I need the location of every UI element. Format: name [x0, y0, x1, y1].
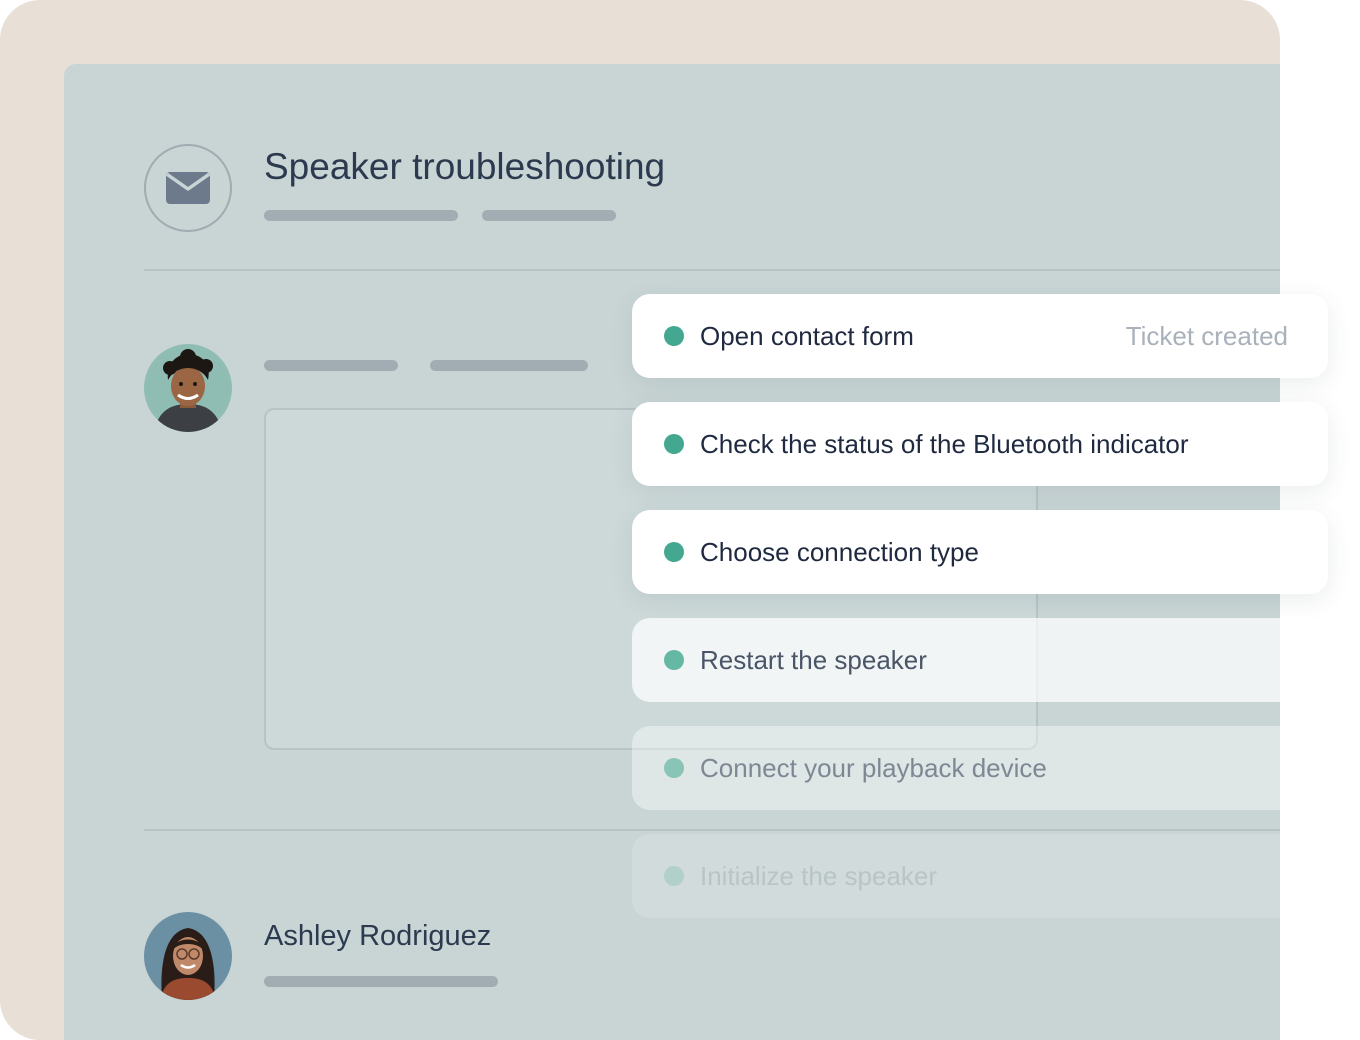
envelope-icon-container [144, 144, 232, 232]
placeholder-bar [482, 210, 616, 221]
step-item[interactable]: Connect your playback device [632, 726, 1328, 810]
envelope-icon [166, 172, 210, 204]
step-label: Choose connection type [700, 536, 979, 567]
step-status: Ticket created [1125, 320, 1288, 351]
status-dot-icon [664, 542, 684, 562]
step-item[interactable]: Initialize the speaker [632, 834, 1328, 918]
divider [144, 829, 1280, 831]
status-dot-icon [664, 434, 684, 454]
customer-name: Ashley Rodriguez [264, 920, 492, 952]
placeholder-bar [430, 360, 588, 371]
step-item[interactable]: Restart the speaker [632, 618, 1328, 702]
step-label: Check the status of the Bluetooth indica… [700, 428, 1189, 459]
status-dot-icon [664, 866, 684, 886]
customer-avatar [144, 912, 232, 1000]
step-item[interactable]: Choose connection type [632, 510, 1328, 594]
ticket-title: Speaker troubleshooting [264, 146, 666, 187]
placeholder-bar [264, 976, 498, 987]
step-label: Initialize the speaker [700, 860, 938, 891]
placeholder-bar [264, 360, 398, 371]
agent-avatar [144, 344, 232, 432]
status-dot-icon [664, 650, 684, 670]
placeholder-bar [264, 210, 458, 221]
status-dot-icon [664, 758, 684, 778]
step-item[interactable]: Open contact form Ticket created [632, 294, 1328, 378]
step-label: Restart the speaker [700, 644, 927, 675]
step-label: Open contact form [700, 320, 914, 351]
divider [144, 269, 1280, 271]
status-dot-icon [664, 326, 684, 346]
step-item[interactable]: Check the status of the Bluetooth indica… [632, 402, 1328, 486]
step-label: Connect your playback device [700, 752, 1047, 783]
